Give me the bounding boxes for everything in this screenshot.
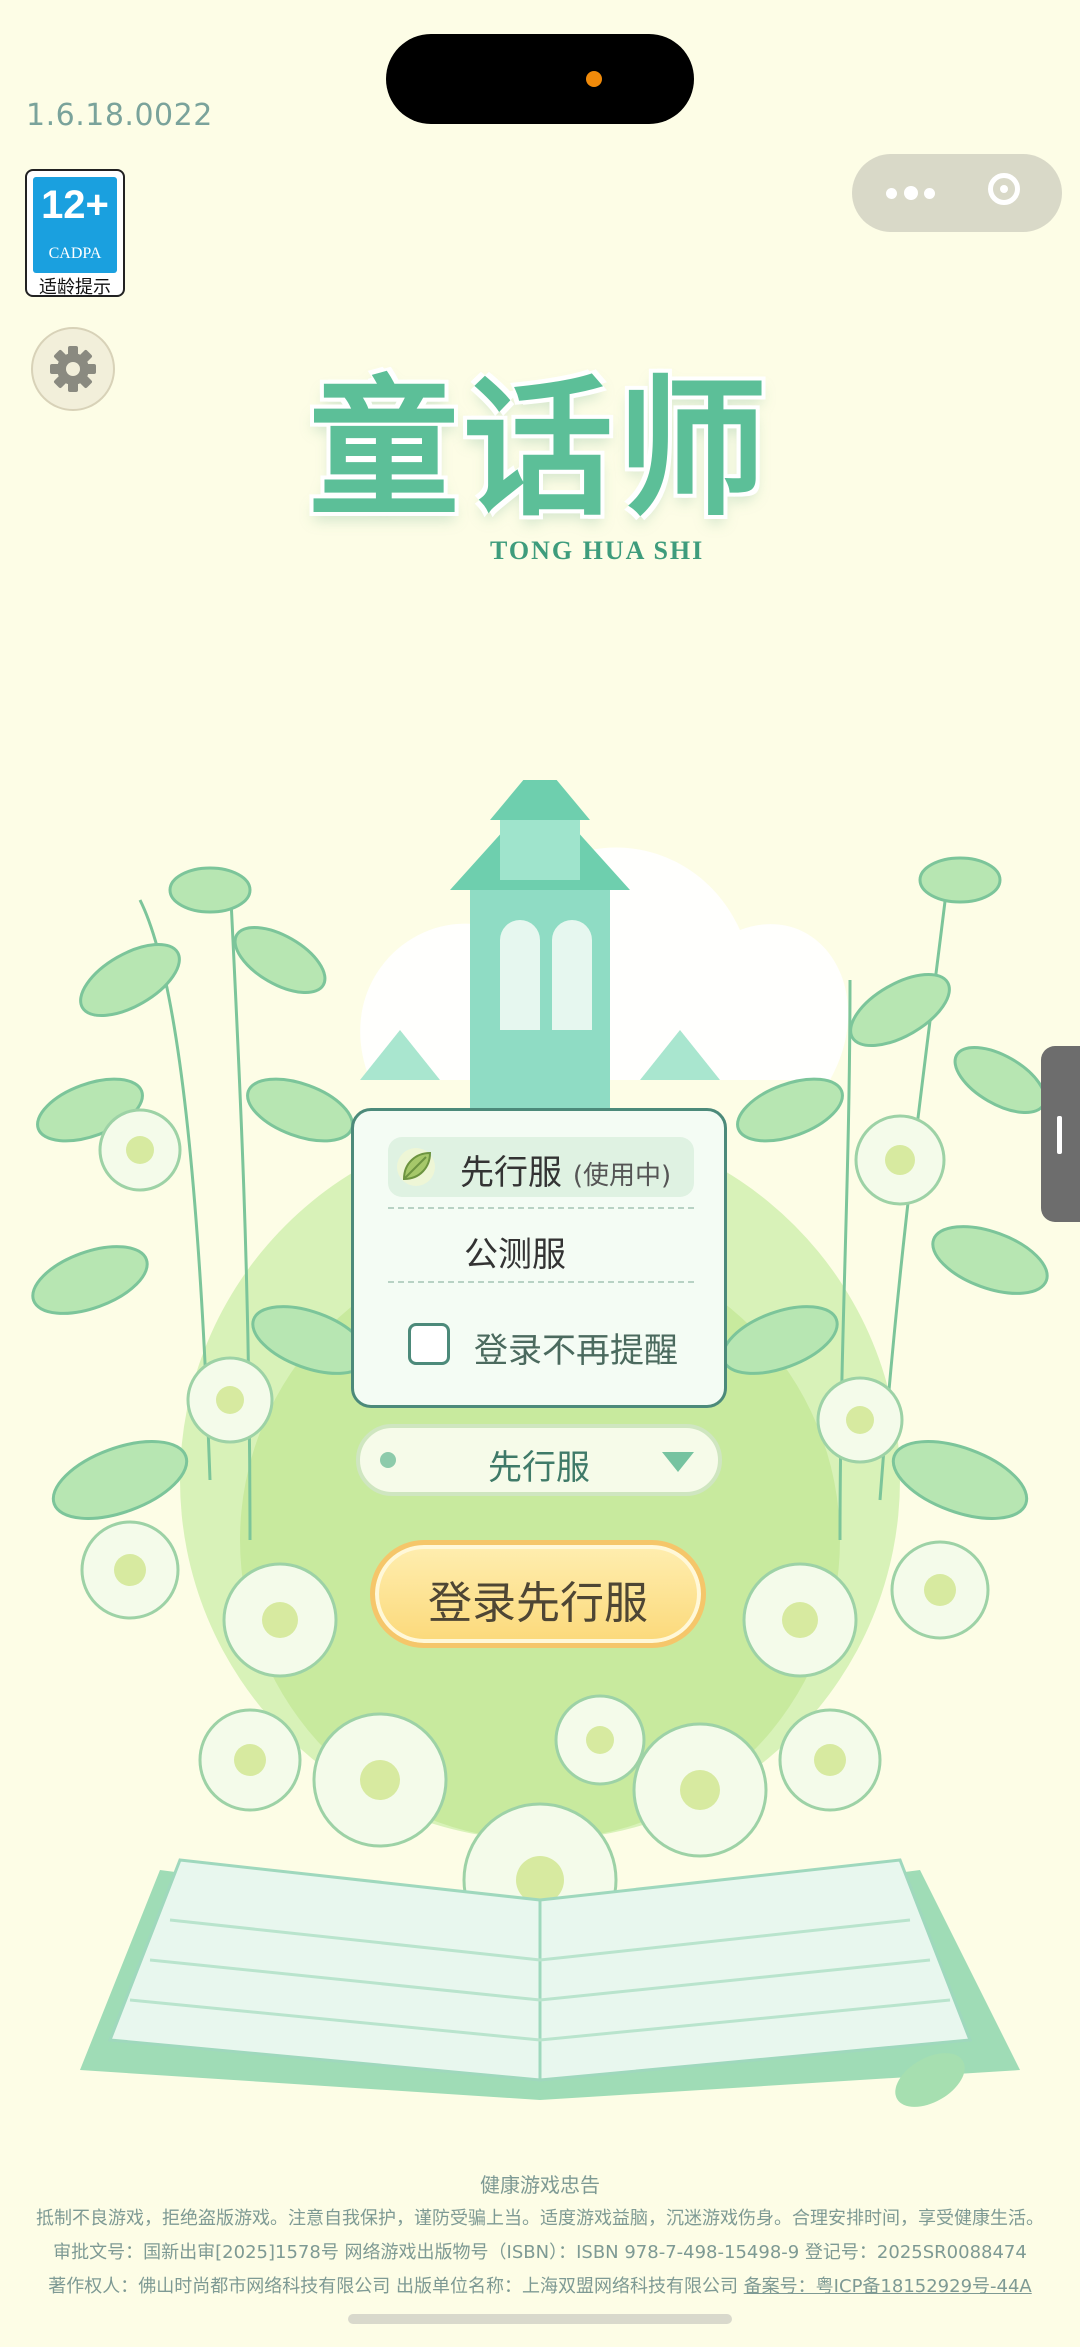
chevron-down-icon [662, 1452, 694, 1472]
remember-label[interactable]: 登录不再提醒 [474, 1323, 678, 1372]
game-logo: 童话师 TONG HUA SHI [262, 318, 818, 586]
divider [388, 1207, 694, 1209]
divider [388, 1281, 694, 1283]
version-label: 1.6.18.0022 [26, 98, 213, 133]
login-button-label: 登录先行服 [428, 1578, 648, 1629]
server-option-status: (使用中) [572, 1161, 672, 1191]
age-rating: 12+ [41, 183, 109, 227]
miniapp-capsule [852, 154, 1062, 232]
age-rating-tip: 适龄提示 [39, 277, 111, 297]
leaf-icon [397, 1148, 435, 1186]
login-button[interactable]: 登录先行服 [370, 1540, 706, 1648]
close-target-icon[interactable] [988, 173, 1020, 205]
footer-heading: 健康游戏忠告 [480, 2173, 600, 2197]
logo-title: 童话师 [308, 361, 771, 537]
age-rating-org: CADPA [48, 245, 102, 262]
side-drawer-handle[interactable] [1041, 1046, 1080, 1222]
settings-button[interactable] [31, 327, 115, 411]
server-option-selected[interactable]: 先行服 (使用中) [388, 1137, 694, 1197]
age-rating-badge[interactable]: 12+ CADPA 适龄提示 [25, 169, 125, 297]
menu-dots-icon[interactable] [886, 180, 946, 206]
home-indicator[interactable] [348, 2314, 732, 2324]
server-select-panel: 先行服 (使用中) 公测服 登录不再提醒 [351, 1108, 727, 1408]
footer-advice: 抵制不良游戏，拒绝盗版游戏。注意自我保护，谨防受骗上当。适度游戏益脑，沉迷游戏伤… [36, 2208, 1044, 2229]
footer-copyright: 著作权人：佛山时尚都市网络科技有限公司 出版单位名称：上海双盟网络科技有限公司 [48, 2276, 744, 2297]
server-option-public[interactable]: 公测服 [464, 1227, 566, 1276]
server-option-label: 先行服 [460, 1153, 562, 1193]
server-dropdown[interactable]: 先行服 [356, 1424, 722, 1496]
footer-icp-link[interactable]: 备案号：粤ICP备18152929号-44A [744, 2276, 1032, 2297]
settings-gear-icon [50, 346, 96, 392]
dynamic-island [386, 34, 694, 124]
logo-subtitle: TONG HUA SHI [490, 536, 705, 565]
remember-checkbox[interactable] [408, 1323, 450, 1365]
footer-approval: 审批文号：国新出审[2025]1578号 网络游戏出版物号（ISBN）：ISBN… [53, 2242, 1027, 2263]
camera-indicator [586, 71, 602, 87]
footer: 健康游戏忠告 抵制不良游戏，拒绝盗版游戏。注意自我保护，谨防受骗上当。适度游戏益… [0, 2168, 1080, 2304]
